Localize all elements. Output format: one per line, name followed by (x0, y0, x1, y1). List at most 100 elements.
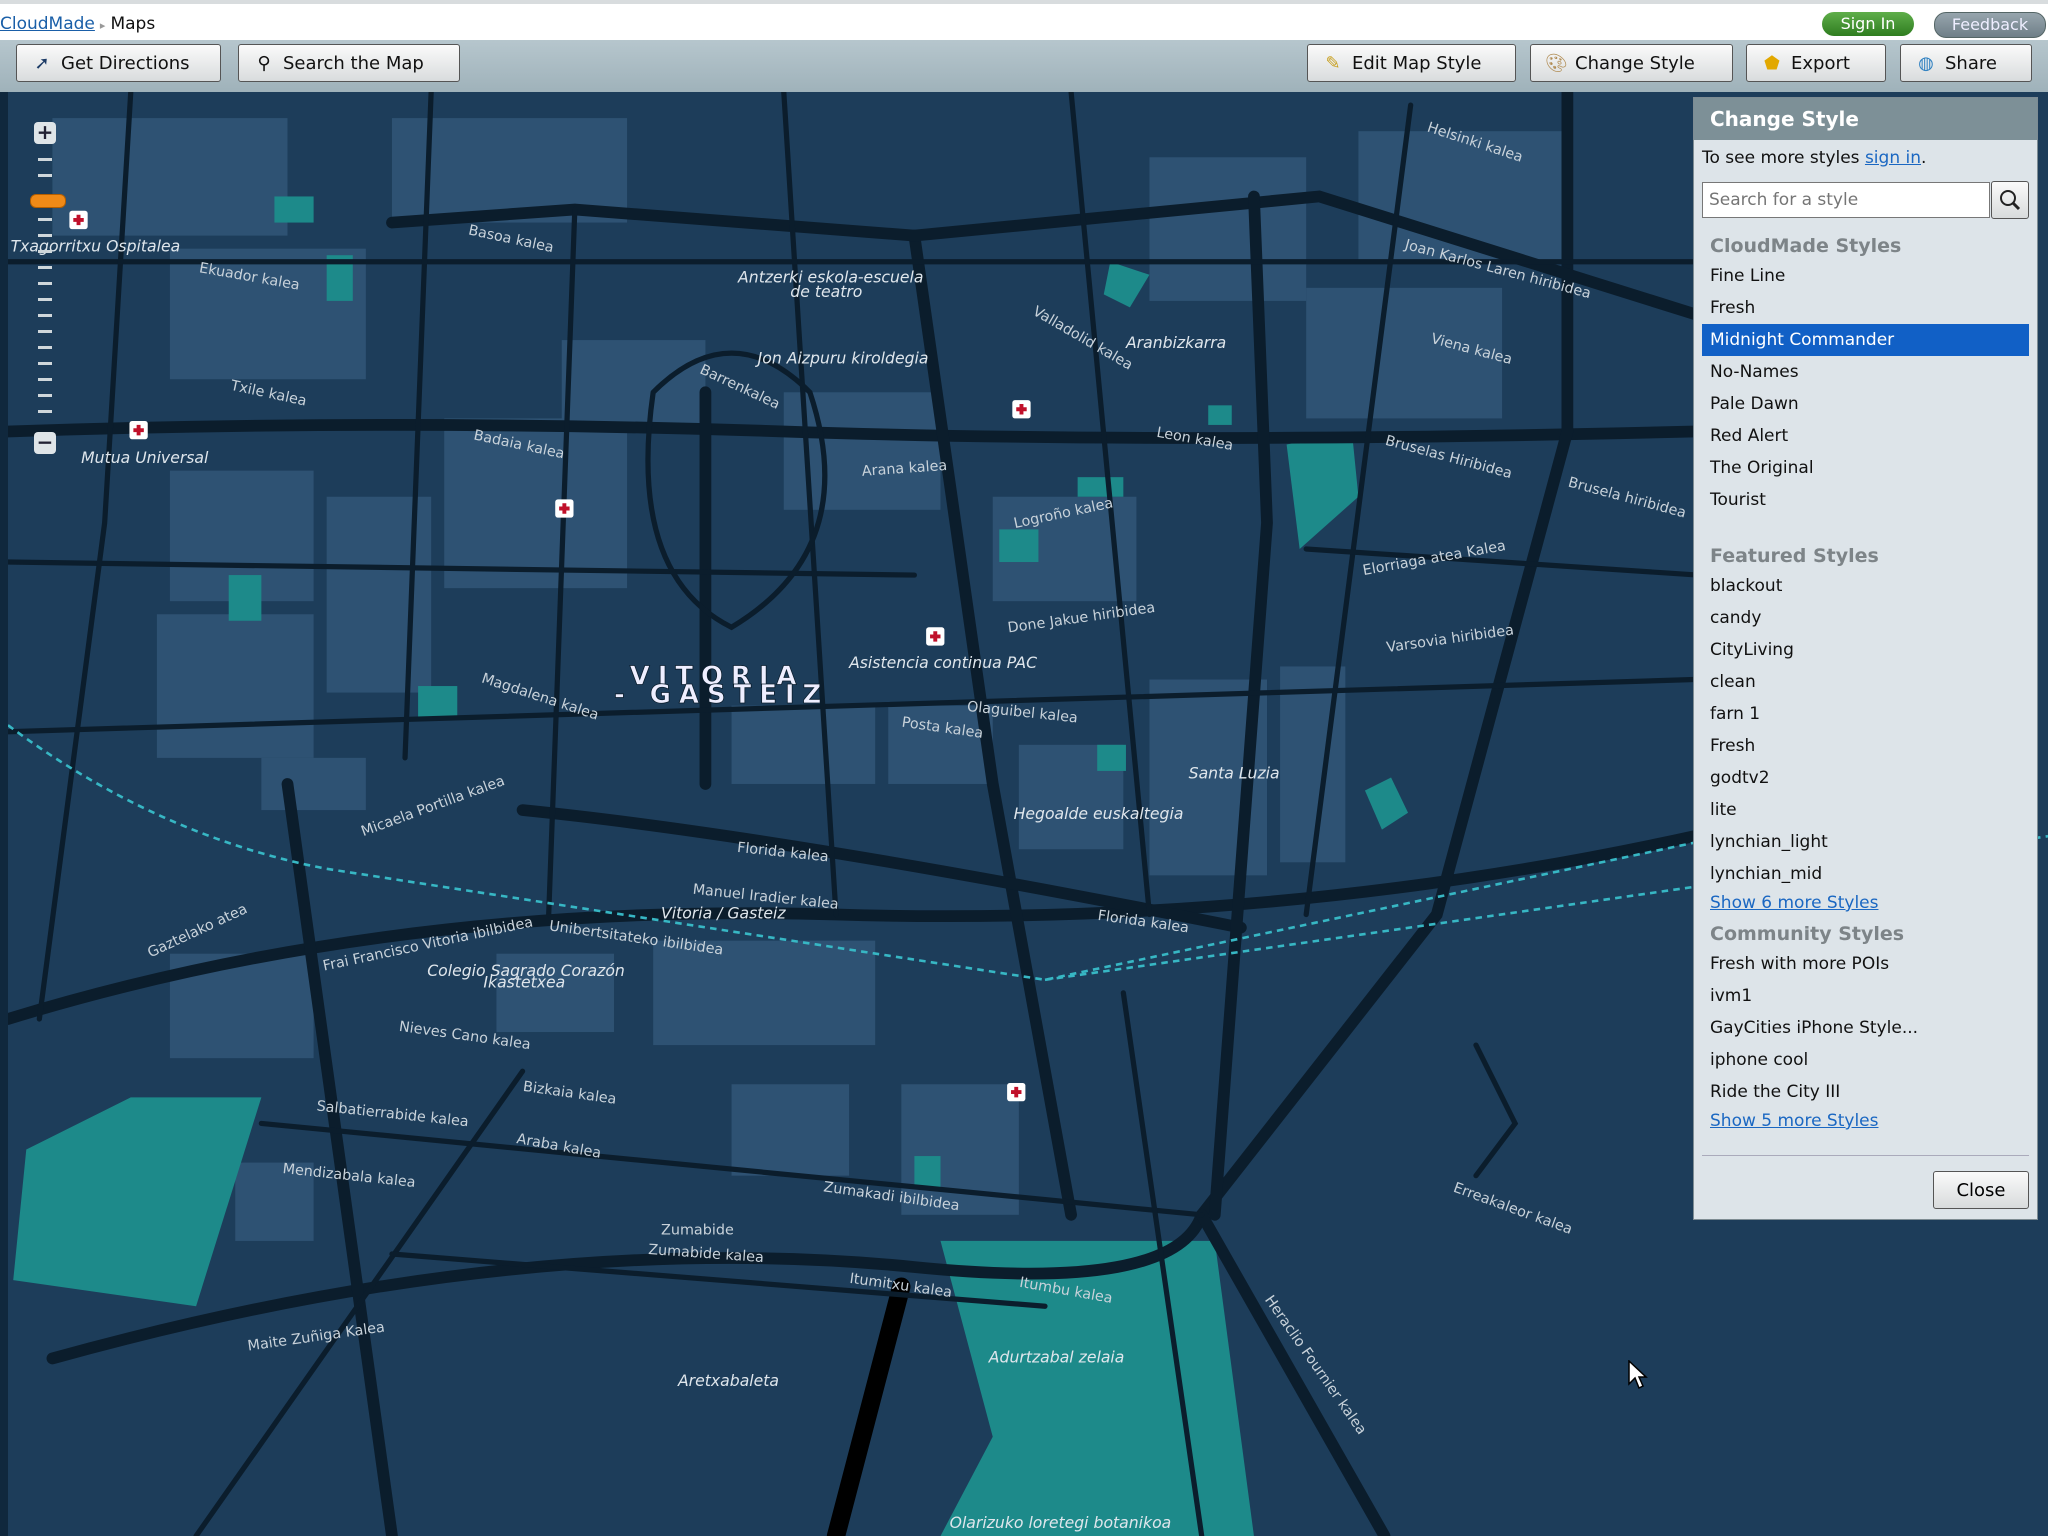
place-label: Ikastetxea (483, 973, 565, 992)
style-item[interactable]: Fine Line (1702, 260, 2029, 292)
get-directions-label: Get Directions (61, 53, 190, 74)
zoom-tick[interactable] (38, 218, 52, 221)
style-search-button[interactable] (1991, 181, 2029, 219)
zoom-tick[interactable] (38, 298, 52, 301)
zoom-tick[interactable] (38, 394, 52, 397)
change-style-panel: Change Style To see more styles sign in.… (1693, 97, 2038, 1220)
style-item[interactable]: The Original (1702, 452, 2029, 484)
style-item[interactable]: Ride the City III (1702, 1076, 2029, 1108)
zoom-tick[interactable] (38, 314, 52, 317)
magnifier-icon: ⚲ (257, 53, 271, 74)
share-label: Share (1945, 53, 1997, 74)
zoom-tick[interactable] (38, 234, 52, 237)
city-label-2: - GASTEIZ (614, 680, 829, 710)
place-label: Asistencia continua PAC (848, 653, 1037, 672)
style-item[interactable]: lynchian_mid (1702, 858, 2029, 890)
style-item[interactable]: Fresh (1702, 730, 2029, 762)
zoom-tick[interactable] (38, 174, 52, 177)
intro-text: To see more styles (1702, 148, 1865, 168)
zoom-tick[interactable] (38, 250, 52, 253)
feedback-button[interactable]: Feedback (1934, 12, 2046, 38)
style-search-input[interactable] (1702, 182, 1990, 218)
section-heading: Community Styles (1710, 923, 1905, 945)
toolbar: ➚ Get Directions ⚲ Search the Map ✎ Edit Ma… (0, 40, 2048, 92)
change-style-label: Change Style (1575, 53, 1695, 74)
sign-in-link[interactable]: sign in (1865, 148, 1921, 168)
panel-title: Change Style (1694, 98, 2037, 140)
close-button[interactable]: Close (1933, 1171, 2029, 1209)
community-styles-section: Community Styles Fresh with more POIs iv… (1694, 920, 2037, 1134)
zoom-tick[interactable] (38, 158, 52, 161)
style-item[interactable]: ivm1 (1702, 980, 2029, 1012)
style-item[interactable]: CityLiving (1702, 634, 2029, 666)
cloudmade-styles-section: CloudMade Styles Fine Line Fresh Midnigh… (1694, 232, 2037, 516)
place-label: Hegoalde euskaltegia (1014, 804, 1184, 823)
place-label: Aretxabaleta (677, 1371, 779, 1390)
show-more-featured-link[interactable]: Show 6 more Styles (1694, 890, 2037, 916)
featured-styles-section: Featured Styles blackout candy CityLivin… (1694, 542, 2037, 916)
style-item[interactable]: Fresh (1702, 292, 2029, 324)
export-button[interactable]: ⬟ Export (1746, 44, 1886, 82)
export-label: Export (1791, 53, 1850, 74)
top-bar: CloudMade ▸ Maps Sign In Feedback (0, 0, 2048, 40)
share-button[interactable]: ◍ Share (1900, 44, 2032, 82)
panel-intro: To see more styles sign in. (1702, 148, 1926, 168)
zoom-tick[interactable] (38, 346, 52, 349)
intro-end: . (1921, 148, 1927, 168)
directions-arrow-icon: ➚ (34, 53, 50, 74)
style-item[interactable]: clean (1702, 666, 2029, 698)
style-item[interactable]: lite (1702, 794, 2029, 826)
edit-map-style-button[interactable]: ✎ Edit Map Style (1307, 44, 1516, 82)
style-item[interactable]: Red Alert (1702, 420, 2029, 452)
pencil-icon: ✎ (1325, 53, 1341, 74)
place-label: Adurtzabal zelaia (988, 1347, 1125, 1366)
zoom-tick[interactable] (38, 378, 52, 381)
style-item[interactable]: GayCities iPhone Style... (1702, 1012, 2029, 1044)
place-label: Santa Luzia (1189, 764, 1280, 783)
zoom-tick[interactable] (38, 362, 52, 365)
place-label: Jon Aizpuru kiroldegia (755, 349, 929, 368)
section-heading: CloudMade Styles (1710, 235, 1902, 257)
get-directions-button[interactable]: ➚ Get Directions (16, 44, 221, 82)
breadcrumb-current: Maps (110, 14, 156, 34)
place-label: Aranbizkarra (1125, 333, 1226, 352)
zoom-tick[interactable] (38, 410, 52, 413)
style-item[interactable]: Fresh with more POIs (1702, 948, 2029, 980)
style-item[interactable]: lynchian_light (1702, 826, 2029, 858)
place-label: Mutua Universal (81, 448, 209, 467)
style-item[interactable]: iphone cool (1702, 1044, 2029, 1076)
breadcrumb: CloudMade ▸ Maps (0, 14, 155, 34)
edit-map-style-label: Edit Map Style (1352, 53, 1482, 74)
style-item[interactable]: candy (1702, 602, 2029, 634)
style-item[interactable]: Pale Dawn (1702, 388, 2029, 420)
style-item-selected[interactable]: Midnight Commander (1702, 324, 2029, 356)
mouse-cursor-icon (1628, 1360, 1648, 1390)
place-label: Olarizuko loretegi botanikoa (950, 1513, 1172, 1532)
style-item[interactable]: No-Names (1702, 356, 2029, 388)
zoom-out-button[interactable]: − (34, 432, 56, 454)
style-item[interactable]: farn 1 (1702, 698, 2029, 730)
style-item[interactable]: blackout (1702, 570, 2029, 602)
zoom-tick[interactable] (38, 266, 52, 269)
section-heading: Featured Styles (1710, 545, 1879, 567)
style-item[interactable]: Tourist (1702, 484, 2029, 516)
search-map-button[interactable]: ⚲ Search the Map (238, 44, 460, 82)
sign-in-button[interactable]: Sign In (1822, 12, 1914, 36)
magnifier-icon (2000, 190, 2021, 211)
export-icon: ⬟ (1764, 53, 1780, 74)
palette-icon: 🎨︎ (1545, 53, 1568, 74)
globe-icon: ◍ (1918, 53, 1934, 74)
style-item[interactable]: godtv2 (1702, 762, 2029, 794)
zoom-tick[interactable] (38, 330, 52, 333)
breadcrumb-home-link[interactable]: CloudMade (0, 14, 95, 34)
place-label: de teatro (790, 282, 862, 301)
change-style-button[interactable]: 🎨︎ Change Style (1530, 44, 1733, 82)
zoom-tick[interactable] (38, 282, 52, 285)
place-label: Vitoria / Gasteiz (661, 903, 786, 922)
search-map-label: Search the Map (283, 53, 424, 74)
zoom-slider-handle[interactable] (30, 194, 66, 208)
zoom-in-button[interactable]: + (34, 122, 56, 144)
place-label: Zumabide (661, 1222, 734, 1238)
place-label: Txagorritxu Ospitalea (11, 236, 181, 255)
show-more-community-link[interactable]: Show 5 more Styles (1694, 1108, 2037, 1134)
